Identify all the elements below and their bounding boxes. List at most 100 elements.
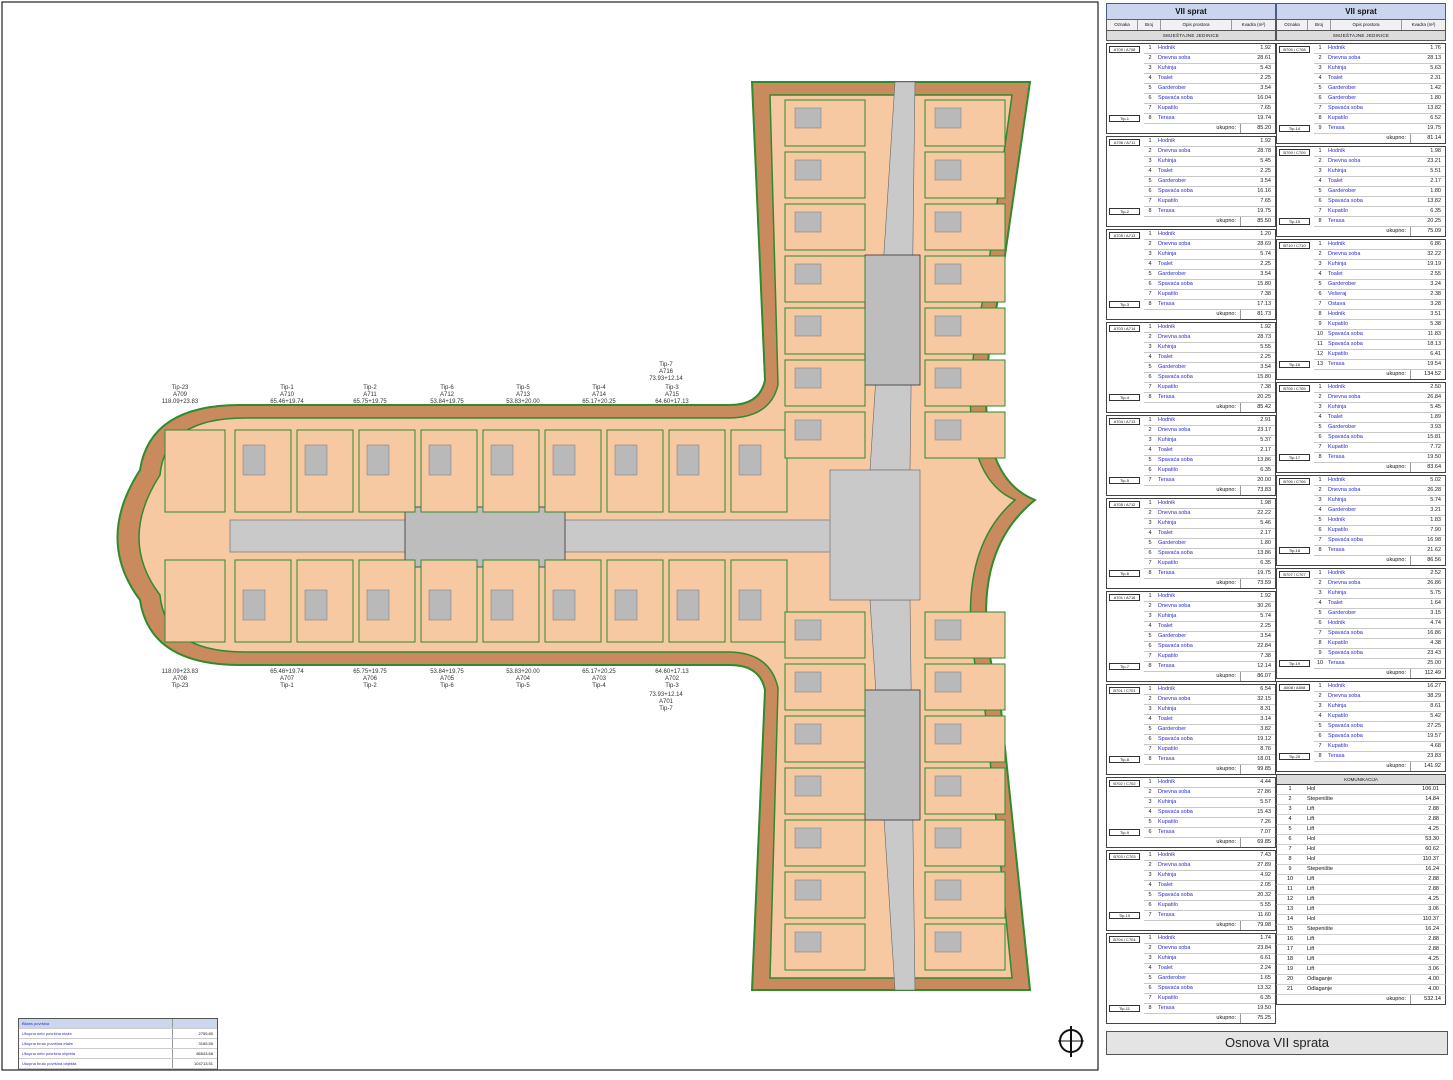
room-number: 3 — [1148, 955, 1152, 961]
unit-total: ukupno: 83.64 — [1314, 463, 1445, 472]
room-number: 1 — [1148, 593, 1152, 599]
room-row: 8 Terasa 17.13 — [1144, 300, 1275, 310]
unit-dim-label: Tip-23 — [172, 683, 189, 689]
room-furniture — [934, 159, 962, 181]
room-number: 5 — [1148, 892, 1152, 898]
unit-block: A705 / A713 Tip-3 1 Hodnik 1.20 2 Dnevna soba 2… — [1106, 229, 1276, 320]
room-row: 10 Spavaća soba 11.83 — [1314, 330, 1445, 340]
unit-dim-label: Tip-2 — [363, 385, 377, 391]
room-name: Toalet — [1328, 75, 1343, 81]
room-number: 3 — [1148, 799, 1152, 805]
room-area: 38.29 — [1427, 693, 1441, 699]
room-name: Spavaća soba — [1328, 434, 1363, 440]
unit-rows: 1 Hodnik 1.98 2 Dnevna soba 22.22 3 Kuhinja 5.46… — [1144, 499, 1275, 579]
room-row: 1 Hodnik 2.91 — [1144, 416, 1275, 426]
komunikacija-row: 9 Stepenište 16.24 — [1276, 865, 1446, 875]
room-name: Terasa — [1328, 125, 1345, 131]
room-area: 17.13 — [1257, 301, 1271, 307]
room-number: 5 — [1318, 610, 1322, 616]
room-area: 3.54 — [1260, 85, 1271, 91]
room-area: 23.83 — [1427, 753, 1441, 759]
room-furniture — [794, 107, 822, 129]
room-row: 3 Kuhinja 5.74 — [1314, 496, 1445, 506]
room-number: 7 — [1318, 301, 1322, 307]
room-name: Hodnik — [1328, 570, 1346, 576]
room-name: Kupatilo — [1158, 291, 1178, 297]
room-name: Kupatilo — [1158, 560, 1178, 566]
room-area: 5.02 — [1430, 477, 1441, 483]
room-row: 2 Dnevna soba 23.21 — [1314, 157, 1445, 167]
room-area: 6.41 — [1430, 351, 1441, 357]
room-number: 2 — [1318, 487, 1322, 493]
unit-label: B702 / C702 — [1109, 780, 1140, 787]
room-area: 13.82 — [1427, 105, 1441, 111]
room-number: 7 — [1148, 105, 1152, 111]
room-area: 8.31 — [1260, 706, 1271, 712]
room-area: 2.91 — [1260, 417, 1271, 423]
room-number: 8 — [1148, 756, 1152, 762]
unit-dim-label: Tip-5 — [516, 683, 530, 689]
room-row: 3 Kuhinja 5.74 — [1144, 250, 1275, 260]
unit-block: A706 / A711 Tip-2 1 Hodnik 1.92 2 Dnevna soba 2… — [1106, 136, 1276, 227]
room-area: 1.80 — [1430, 95, 1441, 101]
room-area: 19.75 — [1257, 570, 1271, 576]
room-area: 19.54 — [1427, 361, 1441, 367]
room-number: 5 — [1318, 517, 1322, 523]
room-number: 1 — [1148, 686, 1152, 692]
room-row: 5 Garderober 3.54 — [1144, 363, 1275, 373]
room-number: 9 — [1318, 321, 1322, 327]
room-area: 15.81 — [1427, 434, 1441, 440]
room-number: 3 — [1318, 497, 1322, 503]
unit-rows: 1 Hodnik 4.44 2 Dnevna soba 27.86 3 Kuhinja 5.57… — [1144, 778, 1275, 838]
kom-name: Lift — [1307, 816, 1315, 822]
room-number: 7 — [1148, 653, 1152, 659]
room-number: 7 — [1148, 912, 1152, 918]
room-row: 2 Dnevna soba 26.86 — [1314, 579, 1445, 589]
room-name: Spavaća soba — [1328, 537, 1363, 543]
room-row: 3 Kuhinja 5.51 — [1314, 167, 1445, 177]
komunikacija-row: 19 Lift 3.06 — [1276, 965, 1446, 975]
section-units: SMJEŠTAJNE JEDINICE — [1276, 31, 1446, 41]
room-name: Hodnik — [1158, 138, 1176, 144]
total-value: 83.64 — [1410, 463, 1445, 472]
room-area: 20.25 — [1257, 394, 1271, 400]
total-value: 134.52 — [1410, 370, 1445, 379]
komunikacija-row: 3 Lift 2.88 — [1276, 805, 1446, 815]
unit-rows: 1 Hodnik 1.92 2 Dnevna soba 28.61 3 Kuhinja 5.43… — [1144, 44, 1275, 124]
room-row: 7 Kupatilo 7.72 — [1314, 443, 1445, 453]
room-area: 4.92 — [1260, 872, 1271, 878]
room-name: Kupatilo — [1158, 198, 1178, 204]
room-name: Ostava — [1328, 301, 1346, 307]
summary-row: Bilans površina — [19, 1019, 217, 1029]
room-furniture — [676, 444, 700, 476]
room-row: 1 Hodnik 1.20 — [1144, 230, 1275, 240]
room-name: Kuhinja — [1158, 799, 1177, 805]
room-area: 6.61 — [1260, 955, 1271, 961]
room-area: 2.25 — [1260, 623, 1271, 629]
unit-list-right: B705 / C708 Tip-14 1 Hodnik 1.76 2 Dnevna soba… — [1276, 43, 1446, 772]
room-name: Kuhinja — [1328, 168, 1347, 174]
room-number: 8 — [1148, 570, 1152, 576]
unit-block: B703 / C703 Tip-10 1 Hodnik 7.43 2 Dnevna soba… — [1106, 850, 1276, 931]
room-name: Dnevna soba — [1158, 510, 1191, 516]
room-name: Garderober — [1328, 610, 1357, 616]
room-row: 9 Kupatilo 5.38 — [1314, 320, 1445, 330]
unit-total: ukupno: 75.25 — [1144, 1014, 1275, 1023]
total-label: ukupno: — [1386, 670, 1406, 676]
drawing-sheet: Tip-23 A709 118.09+23.83 Tip-1 A710 65.46+19.… — [0, 0, 1453, 1080]
room-area: 6.35 — [1430, 208, 1441, 214]
room-name: Spavaća soba — [1328, 198, 1363, 204]
room-name: Kuhinja — [1328, 590, 1347, 596]
total-value: 81.73 — [1240, 310, 1275, 319]
kom-name: Stepenište — [1307, 866, 1333, 872]
total-label: ukupno: — [1216, 673, 1236, 679]
unit-dim-label: A701 — [659, 699, 674, 705]
room-row: 7 Ostava 3.28 — [1314, 300, 1445, 310]
unit-label: A706 / A711 — [1109, 139, 1140, 146]
room-number: 4 — [1318, 507, 1322, 513]
room-number: 1 — [1318, 45, 1322, 51]
summary-label: Bilans površina — [22, 1021, 50, 1026]
room-furniture — [934, 107, 962, 129]
unit-rows: 1 Hodnik 6.54 2 Dnevna soba 32.15 3 Kuhinja 8.31… — [1144, 685, 1275, 765]
room-name: Terasa — [1158, 756, 1175, 762]
